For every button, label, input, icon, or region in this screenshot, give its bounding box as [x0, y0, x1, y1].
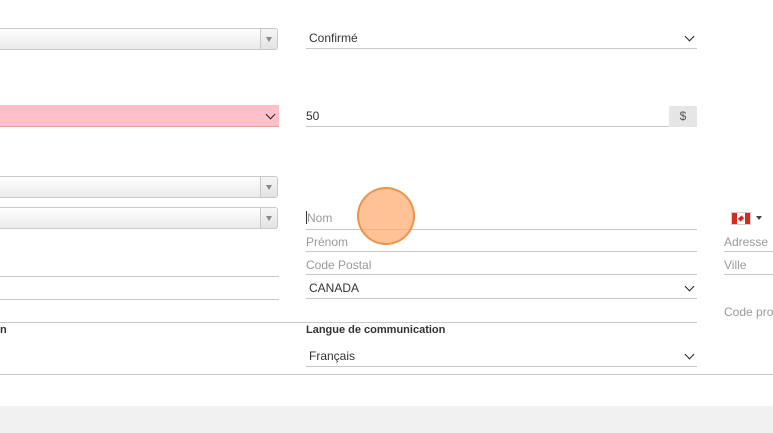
chevron-down-icon: [260, 177, 277, 197]
country-select[interactable]: CANADA: [306, 277, 697, 299]
chevron-down-icon: [265, 109, 276, 120]
canada-flag-icon[interactable]: [731, 212, 751, 225]
left-field-label: n: [0, 324, 7, 336]
currency-addon: $: [669, 106, 697, 127]
left-input-underline-1[interactable]: [0, 276, 279, 277]
chevron-down-icon: [684, 281, 695, 292]
left-chosen-select-3[interactable]: [0, 207, 278, 229]
left-error-select[interactable]: [0, 105, 279, 127]
section-divider: [0, 322, 697, 323]
chevron-down-icon: [260, 29, 277, 49]
code-province-input[interactable]: Code pro: [724, 302, 773, 322]
amount-value: 50: [306, 109, 320, 123]
nom-input[interactable]: Nom: [306, 208, 697, 230]
left-input-underline-2[interactable]: [0, 299, 279, 300]
chevron-down-icon: [260, 208, 277, 228]
left-chosen-select-2[interactable]: [0, 176, 278, 198]
amount-input[interactable]: 50: [306, 106, 669, 127]
left-chosen-select-1[interactable]: [0, 28, 278, 50]
language-select[interactable]: Français: [306, 345, 697, 367]
status-select[interactable]: Confirmé: [306, 27, 697, 49]
footer-band: [0, 406, 773, 433]
caret-down-icon[interactable]: [756, 216, 762, 220]
prenom-input[interactable]: Prénom: [306, 232, 697, 252]
code-postal-input[interactable]: Code Postal: [306, 255, 697, 275]
country-select-value: CANADA: [309, 281, 360, 295]
chevron-down-icon: [684, 31, 695, 42]
language-label: Langue de communication: [306, 324, 446, 336]
adresse-input[interactable]: Adresse: [724, 232, 773, 252]
nom-placeholder: Nom: [307, 211, 333, 225]
language-select-value: Français: [309, 349, 356, 363]
status-select-value: Confirmé: [309, 31, 358, 45]
ville-input[interactable]: Ville: [724, 255, 773, 275]
chevron-down-icon: [684, 349, 695, 360]
bottom-divider: [0, 374, 773, 375]
